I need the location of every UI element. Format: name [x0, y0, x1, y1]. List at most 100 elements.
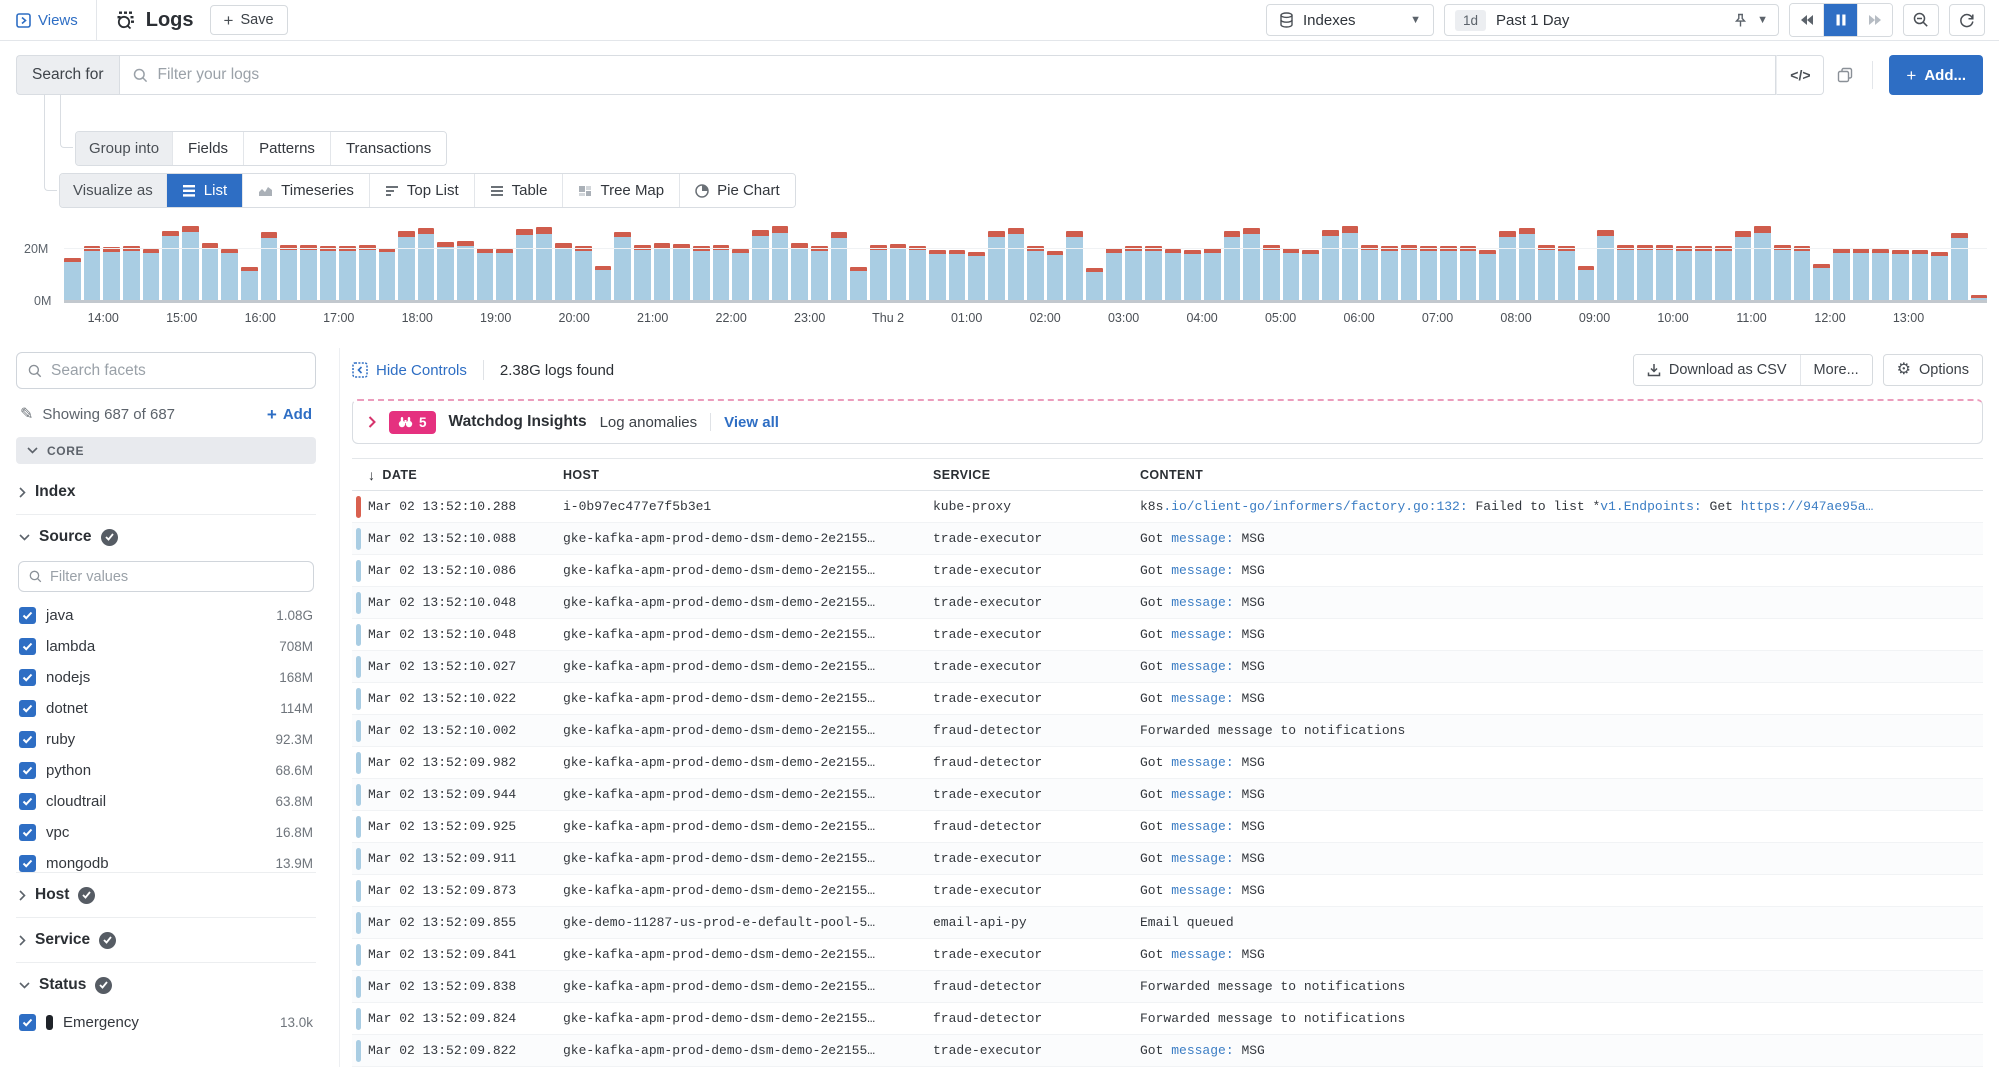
add-facet-button[interactable]: + Add [267, 406, 312, 423]
pencil-icon[interactable]: ✎ [20, 404, 33, 424]
histogram-bar[interactable] [64, 258, 81, 300]
time-range-picker[interactable]: 1d Past 1 Day ▼ [1444, 4, 1779, 36]
histogram-bar[interactable] [1794, 246, 1811, 300]
histogram-bar[interactable] [1499, 231, 1516, 300]
histogram-bar[interactable] [1951, 233, 1968, 300]
tab-tree-map[interactable]: Tree Map [562, 174, 679, 207]
facet-value-row[interactable]: dotnet114M [16, 693, 316, 724]
service-column-header[interactable]: SERVICE [933, 468, 1140, 482]
log-row[interactable]: Mar 02 13:52:09.855gke-demo-11287-us-pro… [352, 907, 1983, 939]
histogram-bar[interactable] [280, 245, 297, 300]
facet-value-checkbox[interactable] [19, 607, 36, 624]
histogram-bar[interactable] [614, 232, 631, 300]
zoom-out-button[interactable] [1903, 4, 1939, 36]
facet-value-row[interactable]: Emergency13.0k [16, 1007, 316, 1038]
histogram-bar[interactable] [713, 245, 730, 300]
log-row[interactable]: Mar 02 13:52:10.088gke-kafka-apm-prod-de… [352, 523, 1983, 555]
histogram-bar[interactable] [1715, 246, 1732, 300]
histogram-bar[interactable] [1204, 248, 1221, 300]
add-widget-button[interactable]: + Add... [1889, 55, 1983, 95]
log-row[interactable]: Mar 02 13:52:09.822gke-kafka-apm-prod-de… [352, 1035, 1983, 1067]
save-view-button[interactable]: + Save [210, 5, 288, 35]
facet-value-row[interactable]: ruby92.3M [16, 724, 316, 755]
histogram-bar[interactable] [261, 232, 278, 300]
histogram-bar[interactable] [359, 245, 376, 300]
log-row[interactable]: Mar 02 13:52:09.838gke-kafka-apm-prod-de… [352, 971, 1983, 1003]
histogram-bar[interactable] [1617, 245, 1634, 300]
histogram-bar[interactable] [772, 226, 789, 300]
histogram-bar[interactable] [811, 246, 828, 300]
facet-value-row[interactable]: python68.6M [16, 755, 316, 786]
facet-host[interactable]: Host [16, 872, 316, 918]
histogram-bar[interactable] [1538, 245, 1555, 300]
log-row[interactable]: Mar 02 13:52:09.944gke-kafka-apm-prod-de… [352, 779, 1983, 811]
log-row[interactable]: Mar 02 13:52:09.873gke-kafka-apm-prod-de… [352, 875, 1983, 907]
refresh-button[interactable] [1949, 4, 1985, 36]
histogram-bar[interactable] [123, 246, 140, 300]
histogram-bar[interactable] [1184, 250, 1201, 300]
log-row[interactable]: Mar 02 13:52:09.982gke-kafka-apm-prod-de… [352, 747, 1983, 779]
options-button[interactable]: ⚙ Options [1883, 354, 1983, 386]
histogram-bar[interactable] [1361, 245, 1378, 300]
histogram-bar[interactable] [1637, 245, 1654, 300]
histogram-bar[interactable] [949, 250, 966, 300]
rewind-button[interactable] [1790, 4, 1824, 36]
log-row[interactable]: Mar 02 13:52:10.022gke-kafka-apm-prod-de… [352, 683, 1983, 715]
histogram-bar[interactable] [1106, 248, 1123, 300]
histogram-bar[interactable] [1145, 246, 1162, 300]
histogram-bar[interactable] [1066, 231, 1083, 300]
tab-table[interactable]: Table [474, 174, 563, 207]
histogram-bar[interactable] [595, 266, 612, 300]
histogram-bar[interactable] [437, 242, 454, 300]
histogram-bar[interactable] [1224, 231, 1241, 300]
log-row[interactable]: Mar 02 13:52:09.824gke-kafka-apm-prod-de… [352, 1003, 1983, 1035]
histogram-bar[interactable] [909, 246, 926, 300]
facet-value-checkbox[interactable] [19, 855, 36, 872]
chevron-down-icon[interactable]: ▼ [1757, 14, 1768, 26]
pause-button[interactable] [1824, 4, 1858, 36]
histogram-bar[interactable] [418, 228, 435, 300]
facet-source[interactable]: Source [16, 515, 316, 559]
histogram-bar[interactable] [1243, 228, 1260, 300]
log-row[interactable]: Mar 02 13:52:10.048gke-kafka-apm-prod-de… [352, 619, 1983, 651]
code-mode-button[interactable]: </> [1776, 55, 1824, 95]
log-row[interactable]: Mar 02 13:52:10.002gke-kafka-apm-prod-de… [352, 715, 1983, 747]
facet-value-row[interactable]: lambda708M [16, 631, 316, 662]
histogram-bar[interactable] [1342, 226, 1359, 300]
histogram-bar[interactable] [1401, 245, 1418, 300]
histogram-bar[interactable] [1735, 231, 1752, 300]
histogram-bar[interactable] [1754, 226, 1771, 300]
histogram-bar[interactable] [162, 231, 179, 300]
content-column-header[interactable]: CONTENT [1140, 468, 1983, 482]
tab-top-list[interactable]: Top List [369, 174, 474, 207]
log-row[interactable]: Mar 02 13:52:10.086gke-kafka-apm-prod-de… [352, 555, 1983, 587]
search-facets-input[interactable]: Search facets [16, 352, 316, 389]
facet-value-checkbox[interactable] [19, 793, 36, 810]
log-row[interactable]: Mar 02 13:52:09.925gke-kafka-apm-prod-de… [352, 811, 1983, 843]
histogram-bar[interactable] [791, 243, 808, 300]
copy-icon[interactable] [1824, 55, 1866, 95]
histogram-bar[interactable] [536, 227, 553, 300]
tab-fields[interactable]: Fields [172, 132, 243, 165]
log-row[interactable]: Mar 02 13:52:10.048gke-kafka-apm-prod-de… [352, 587, 1983, 619]
histogram-bar[interactable] [1283, 248, 1300, 300]
histogram-bar[interactable] [241, 267, 258, 300]
histogram-bar[interactable] [379, 248, 396, 300]
histogram-bar[interactable] [1931, 252, 1948, 300]
tab-patterns[interactable]: Patterns [243, 132, 330, 165]
host-column-header[interactable]: HOST [563, 468, 933, 482]
histogram-bar[interactable] [831, 232, 848, 300]
histogram-bar[interactable] [1558, 246, 1575, 300]
log-row[interactable]: Mar 02 13:52:09.841gke-kafka-apm-prod-de… [352, 939, 1983, 971]
histogram-bar[interactable] [1381, 246, 1398, 300]
facet-value-checkbox[interactable] [19, 731, 36, 748]
histogram-bar[interactable] [300, 245, 317, 300]
histogram-bar[interactable] [1695, 246, 1712, 300]
histogram-bar[interactable] [143, 249, 160, 300]
histogram-bar[interactable] [1125, 246, 1142, 300]
search-input[interactable]: Filter your logs [119, 55, 1777, 95]
histogram-bar[interactable] [1519, 228, 1536, 300]
histogram-bar[interactable] [1971, 295, 1988, 300]
histogram-bar[interactable] [634, 245, 651, 300]
histogram-bar[interactable] [1872, 249, 1889, 300]
